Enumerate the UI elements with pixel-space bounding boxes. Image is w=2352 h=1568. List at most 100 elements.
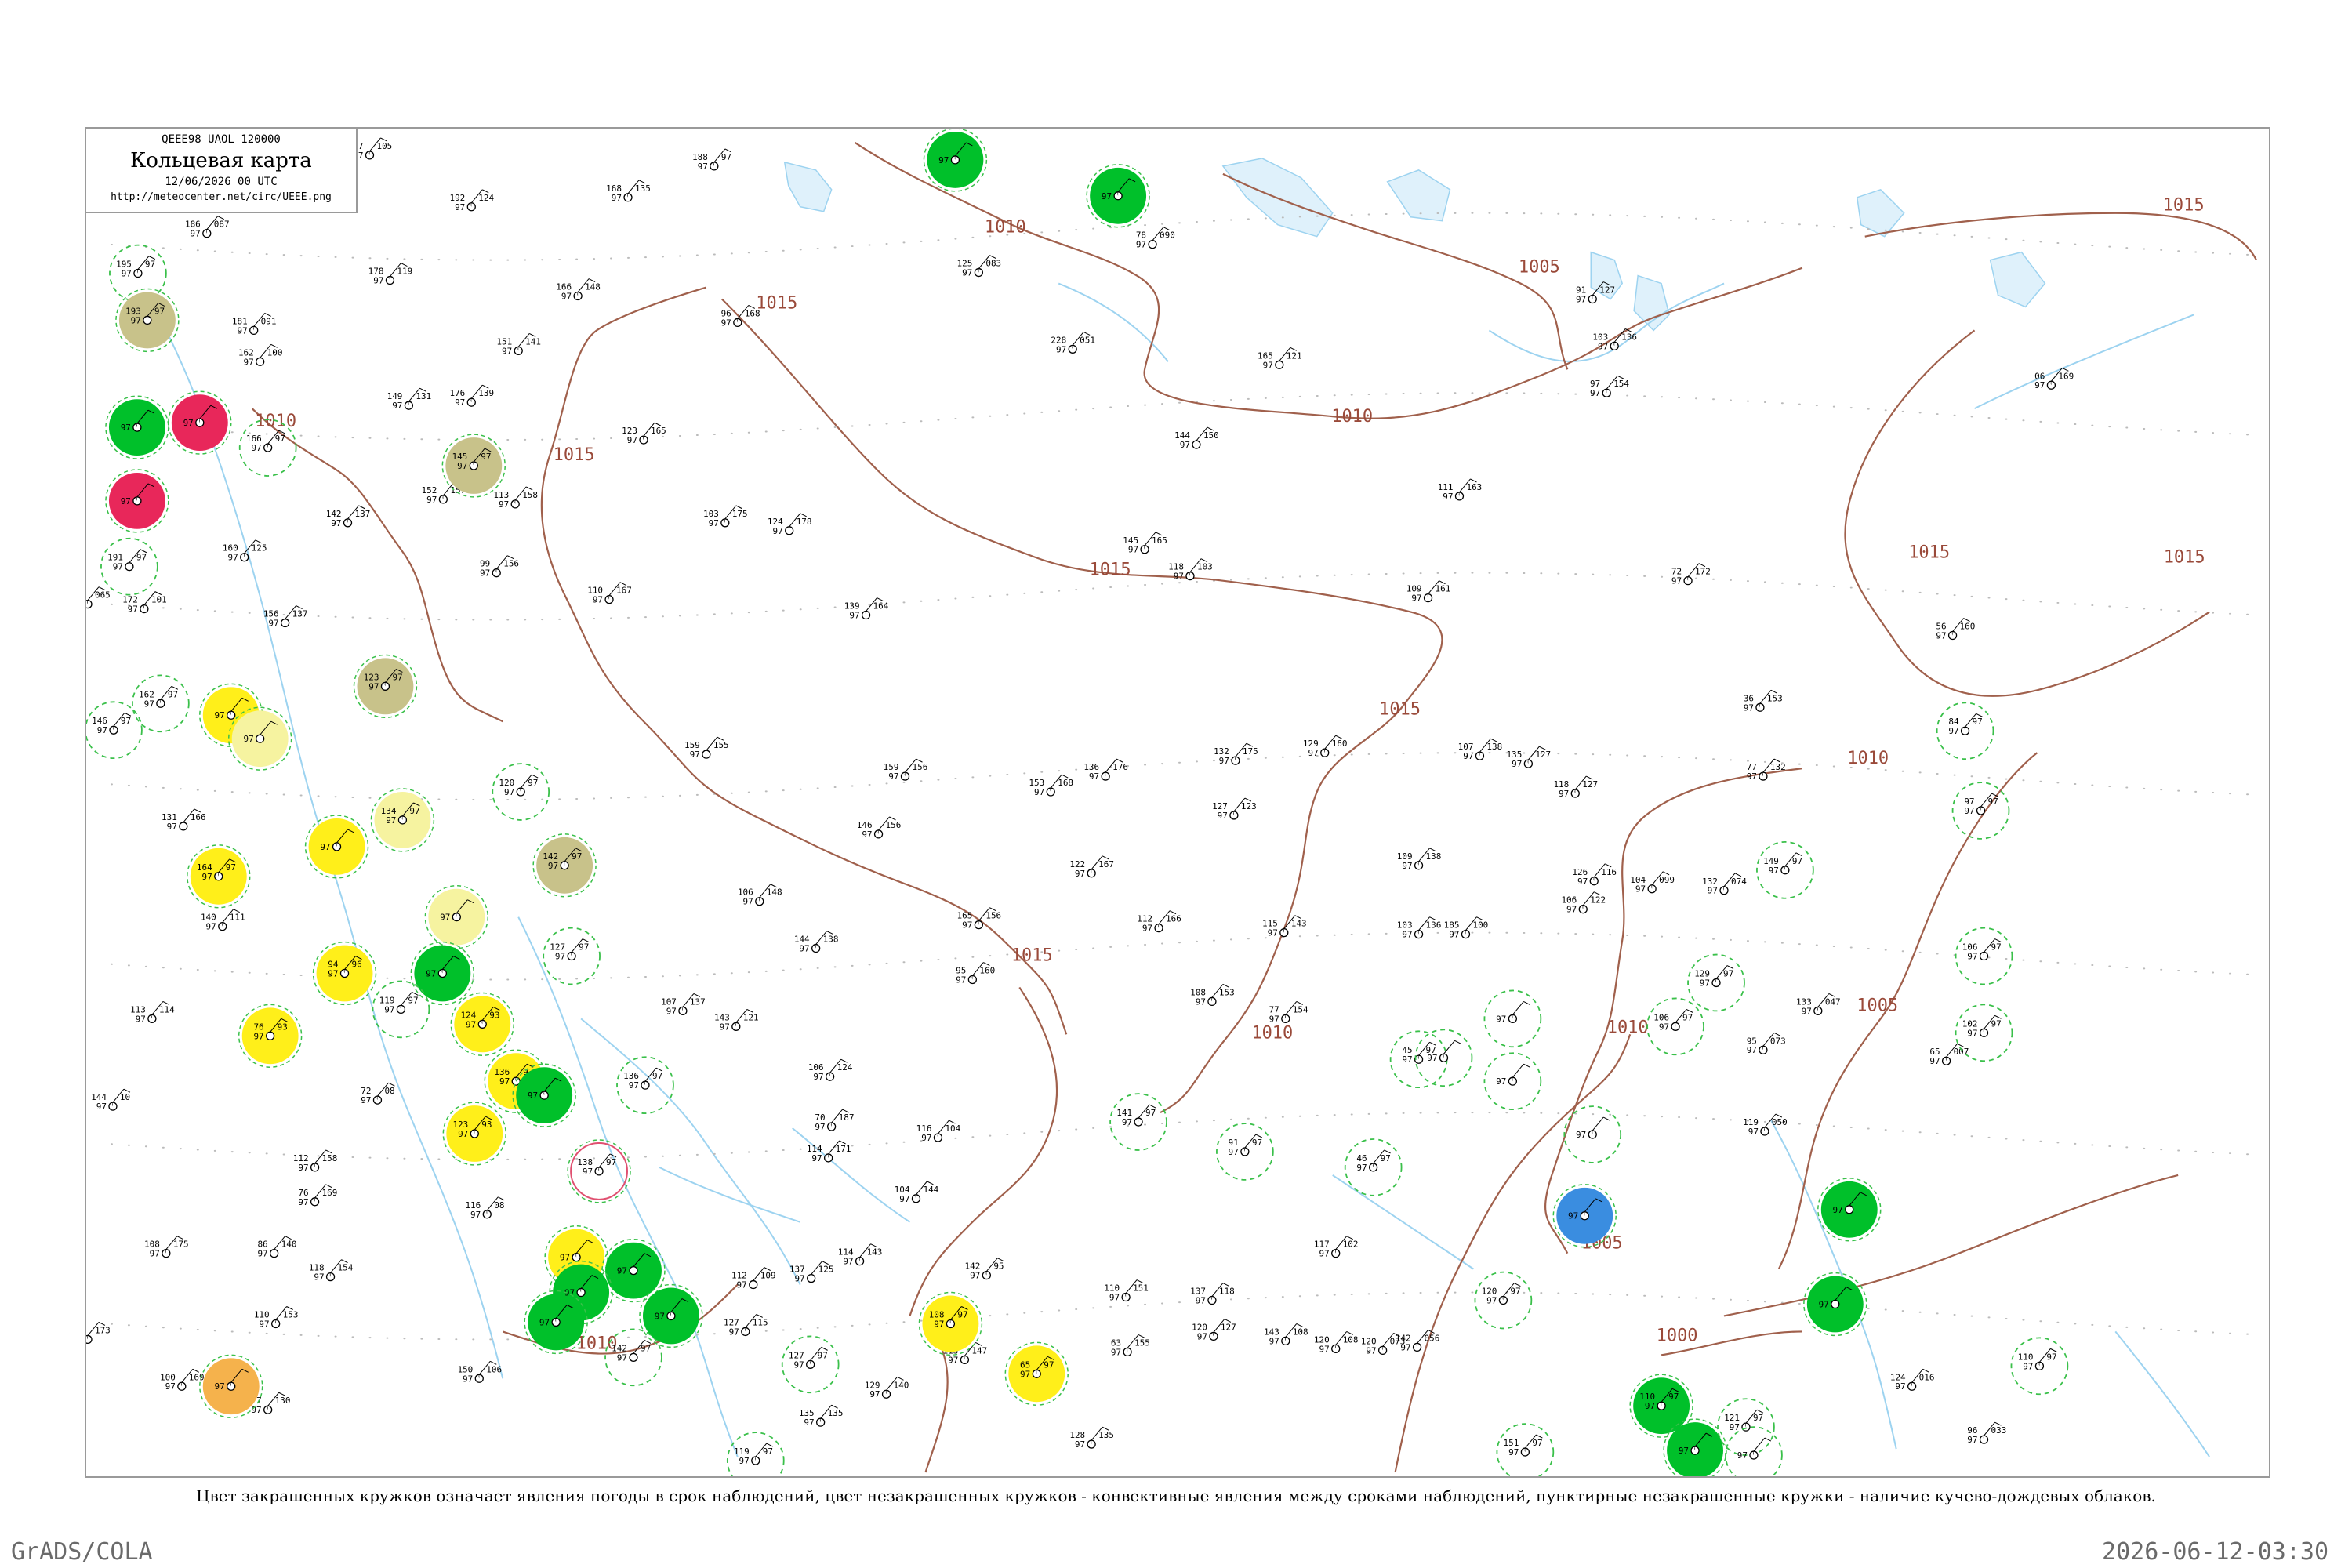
weather-station-blue-51: 97 bbox=[1552, 1184, 1617, 1248]
station-28-pressure: 178 bbox=[797, 517, 812, 527]
source-url[interactable]: http://meteocenter.net/circ/UEEE.png bbox=[86, 191, 356, 203]
station-3-pressure: 124 bbox=[478, 193, 494, 203]
station-24-humidity: 97 bbox=[331, 518, 341, 528]
isobar-label-1015: 1015 bbox=[756, 293, 797, 313]
weather-station-dashed-27-model-humidity: 97 bbox=[555, 952, 565, 962]
station-39-humidity: 97 bbox=[128, 604, 138, 615]
weather-station-yellow-30-model-humidity: 97 bbox=[560, 1253, 570, 1263]
station-116: 96 03397 bbox=[1967, 1421, 2006, 1445]
station-18-pressure: 169 bbox=[2058, 371, 2074, 381]
station-36-humidity: 97 bbox=[1671, 576, 1682, 586]
weather-station-dashed-49-model-wind-barb bbox=[1512, 1063, 1524, 1078]
weather-station-dashed-44: 91 9797 bbox=[1216, 1123, 1274, 1181]
station-106: 110 15197 bbox=[1104, 1279, 1149, 1303]
station-11: 125 08397 bbox=[957, 255, 1001, 278]
bulletin-code: QEEE98 UAOL 120000 bbox=[162, 133, 281, 146]
isobar-label-1015: 1015 bbox=[1011, 946, 1053, 966]
station-30: 118 10397 bbox=[1168, 558, 1213, 582]
map-canvas[interactable]: 101010151005101510101015101010151015 1015… bbox=[86, 129, 2269, 1476]
station-2-humidity: 97 bbox=[612, 193, 622, 203]
weather-station-dashed-57: 84 9797 bbox=[1936, 702, 1994, 760]
weather-station-dashed-58-model-humidity: 97 bbox=[1964, 806, 1974, 816]
station-28-marker bbox=[785, 526, 794, 535]
station-29-humidity: 97 bbox=[1128, 545, 1138, 555]
station-47-humidity: 97 bbox=[298, 1197, 308, 1207]
station-84-humidity: 97 bbox=[1635, 884, 1646, 895]
station-77-pressure: 136 bbox=[1426, 920, 1442, 931]
latitude-line-5 bbox=[110, 1112, 2249, 1160]
weather-station-dashed-47-model-wind-barb bbox=[1443, 1040, 1455, 1054]
latitude-line-3 bbox=[110, 752, 2249, 801]
station-4-humidity: 97 bbox=[191, 229, 201, 239]
weather-station-yellow-25-model-pressure: 93 bbox=[481, 1120, 492, 1130]
river-6 bbox=[2114, 1330, 2210, 1457]
weather-station-yellow-10-model-humidity: 97 bbox=[215, 710, 225, 720]
weather-station-lightyellow-15-model-marker bbox=[397, 815, 408, 825]
station-49-pressure: 140 bbox=[281, 1240, 297, 1250]
weather-station-dashed-45-model-humidity: 97 bbox=[1356, 1163, 1367, 1173]
weather-station-green-34-model-humidity: 97 bbox=[655, 1311, 665, 1321]
weather-station-dashed-54-model: 129 9797 bbox=[1694, 965, 1733, 988]
map-datetime: 12/06/2026 00 UTC bbox=[165, 176, 278, 188]
station-114-pressure: 102 bbox=[1343, 1240, 1359, 1250]
station-38-marker bbox=[86, 599, 93, 609]
station-8-pressure: 141 bbox=[525, 336, 541, 347]
station-24: 142 13797 bbox=[326, 505, 370, 528]
station-64-humidity: 97 bbox=[962, 920, 972, 931]
weather-station-green-4-model-humidity: 97 bbox=[121, 423, 131, 433]
station-105-pressure: 135 bbox=[1098, 1430, 1114, 1440]
station-61: 159 15597 bbox=[684, 736, 729, 760]
station-37: 56 16097 bbox=[1936, 618, 1975, 641]
station-1-humidity: 97 bbox=[698, 162, 708, 172]
station-49: 86 14097 bbox=[257, 1236, 296, 1259]
station-84: 104 09997 bbox=[1630, 871, 1675, 895]
station-27-humidity: 97 bbox=[709, 518, 719, 528]
station-40: 156 13797 bbox=[263, 605, 307, 629]
weather-station-khaki-26-model-humidity: 97 bbox=[548, 861, 558, 871]
weather-station-dashed-8-model: 191 9797 bbox=[107, 549, 147, 572]
station-10: 96 16897 bbox=[721, 305, 760, 328]
map-frame[interactable]: 1010 1015 1005 1015 1010 1015 1010 1015 1015 1015… bbox=[85, 127, 2270, 1478]
weather-station-dashed-57-model-pressure: 97 bbox=[1973, 717, 1983, 727]
station-7: 162 10097 bbox=[238, 343, 283, 367]
station-80-humidity: 97 bbox=[1512, 759, 1522, 769]
station-78-pressure: 100 bbox=[1472, 920, 1488, 931]
lake-5 bbox=[1856, 188, 1905, 238]
station-109: 120 12797 bbox=[1192, 1319, 1236, 1341]
station-116-humidity: 97 bbox=[1967, 1435, 1977, 1445]
station-115-pressure: 016 bbox=[1919, 1372, 1935, 1382]
isobar-label-1005: 1005 bbox=[1519, 258, 1560, 278]
station-53-humidity: 97 bbox=[165, 1381, 176, 1392]
weather-station-dashed-48: 97 bbox=[1483, 989, 1542, 1048]
station-12-pressure: 090 bbox=[1160, 230, 1175, 241]
station-103-humidity: 97 bbox=[869, 1389, 880, 1399]
station-62-pressure: 156 bbox=[912, 762, 927, 772]
weather-station-dashed-37-model: 142 9797 bbox=[612, 1339, 651, 1363]
weather-station-green-61: 97 bbox=[1817, 1178, 1882, 1242]
weather-station-green-0-model-humidity: 97 bbox=[938, 155, 949, 165]
station-50-humidity: 97 bbox=[259, 1319, 269, 1329]
weather-station-khaki-12: 123 9797 bbox=[353, 654, 418, 719]
river-3 bbox=[792, 1127, 911, 1223]
station-41-humidity: 97 bbox=[167, 822, 177, 832]
station-75-humidity: 97 bbox=[1308, 748, 1319, 758]
weather-station-dashed-48-model-wind-feather bbox=[1523, 1000, 1530, 1005]
station-8-humidity: 97 bbox=[502, 346, 512, 356]
station-21-humidity: 97 bbox=[627, 435, 637, 445]
station-66-pressure: 168 bbox=[1058, 778, 1073, 788]
station-33-pressure: 167 bbox=[616, 586, 632, 596]
station-47: 76 16997 bbox=[298, 1184, 337, 1207]
station-76-pressure: 138 bbox=[1426, 851, 1442, 862]
weather-station-dashed-43-model: 141 9797 bbox=[1116, 1104, 1156, 1127]
station-17-humidity: 97 bbox=[1590, 388, 1600, 398]
weather-station-green-62: 97 bbox=[1803, 1272, 1867, 1337]
weather-station-dashed-60-model: 102 9797 bbox=[1962, 1014, 2002, 1038]
station-36-pressure: 172 bbox=[1695, 567, 1711, 577]
station-16-pressure: 051 bbox=[1080, 335, 1095, 345]
station-87-pressure: 153 bbox=[1767, 693, 1783, 703]
weather-station-dashed-42-model: 119 9797 bbox=[734, 1443, 773, 1466]
weather-station-dashed-8-model-humidity: 97 bbox=[113, 562, 123, 572]
station-7-pressure: 100 bbox=[267, 347, 283, 358]
weather-station-green-19: 97 bbox=[410, 941, 475, 1006]
weather-station-dashed-55-model-pressure: 97 bbox=[1682, 1012, 1693, 1022]
